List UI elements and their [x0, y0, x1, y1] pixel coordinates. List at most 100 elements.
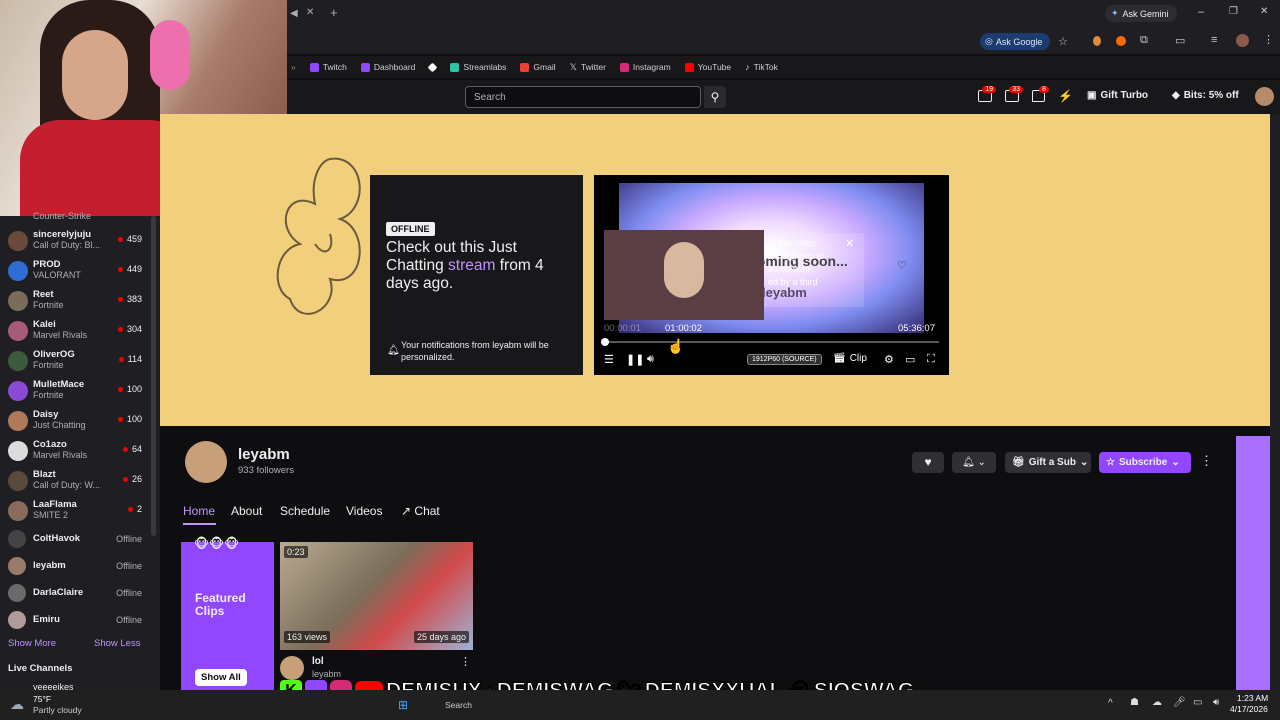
ask-google-button[interactable]: ◎ Ask Google — [980, 33, 1050, 50]
clip-button[interactable]: 🎬︎ Clip — [833, 353, 867, 364]
avatar — [8, 321, 28, 341]
bookmark-youtube[interactable]: YouTube — [684, 62, 731, 72]
windows-start-icon[interactable]: ⊞ — [398, 698, 408, 712]
offline-badge: OFFLINE — [386, 222, 435, 236]
follow-button[interactable]: ♥ — [912, 452, 944, 473]
bookmark-dashboard[interactable]: Dashboard — [360, 62, 415, 72]
sidebar-channel[interactable]: Blazt Call of Duty: W... 26 — [0, 466, 150, 496]
subscribe-button[interactable]: ☆ Subscribe ⌄ — [1099, 452, 1191, 473]
extension-icon[interactable] — [1093, 36, 1101, 46]
tab-chat[interactable]: ↗ Chat — [401, 504, 440, 518]
sidebar-channel[interactable]: Reet Fortnite 383 — [0, 286, 150, 316]
microphone-icon[interactable]: 🎤︎ — [1173, 697, 1186, 708]
bookmark-twitch[interactable]: Twitch — [309, 62, 347, 72]
seek-bar[interactable] — [604, 341, 939, 343]
show-less-link[interactable]: Show Less — [94, 638, 140, 649]
diamond-icon — [427, 62, 438, 72]
sidebar-channel-offline[interactable]: DarlaClaire Offline — [0, 580, 150, 606]
close-icon[interactable]: ✕ — [845, 237, 854, 250]
clock-time[interactable]: 1:23 AM — [1237, 693, 1268, 703]
fullscreen-icon[interactable]: ⛶ — [927, 353, 935, 366]
profile-avatar[interactable] — [1236, 34, 1249, 47]
clip-thumbnail[interactable]: 0:23 163 views 25 days ago — [280, 542, 473, 650]
extensions-puzzle-icon[interactable]: ⧉ — [1140, 34, 1148, 47]
monitor-icon[interactable]: ▭ — [1193, 697, 1202, 708]
sidebar-channel-offline[interactable]: leyabm Offline — [0, 553, 150, 579]
channel-avatar[interactable] — [185, 441, 227, 483]
bookmark-unnamed[interactable] — [427, 62, 438, 72]
show-more-link[interactable]: Show More — [8, 638, 56, 649]
turbo-icon[interactable]: ⚡ — [1058, 89, 1073, 103]
prime-loot-icon[interactable]: 19 — [978, 86, 996, 102]
taskbar-search[interactable]: Search — [445, 700, 472, 710]
get-bits-button[interactable]: ◆ Bits: 5% off — [1172, 90, 1239, 101]
sidebar-channel[interactable]: MulletMace Fortnite 100 — [0, 376, 150, 406]
avatar — [8, 381, 28, 401]
search-button[interactable]: ⚲ — [704, 86, 726, 108]
inbox-icon[interactable]: 33 — [1005, 86, 1023, 102]
minimize-icon[interactable]: – — [1198, 6, 1204, 18]
clock-date[interactable]: 4/17/2026 — [1230, 704, 1268, 714]
weather-icon[interactable]: ☁ — [10, 696, 24, 713]
sidebar-channel[interactable]: Daisy Just Chatting 100 — [0, 406, 150, 436]
tab-about[interactable]: About — [231, 504, 262, 518]
new-tab-icon[interactable]: + — [330, 5, 338, 20]
bookmark-tiktok[interactable]: ♪ TikTok — [745, 62, 778, 72]
volume-icon[interactable]: 🔊︎ — [647, 353, 654, 366]
clip-title[interactable]: lol — [312, 656, 324, 667]
tray-chevron-icon[interactable]: ^ — [1108, 698, 1113, 709]
close-window-icon[interactable]: ✕ — [1260, 6, 1268, 17]
bookmark-gmail[interactable]: Gmail — [520, 62, 556, 72]
sidebar-channel-offline[interactable]: Emiru Offline — [0, 607, 150, 633]
bookmark-star-icon[interactable]: ☆ — [1058, 35, 1068, 48]
clip-more-icon[interactable]: ⋮ — [460, 655, 471, 668]
bookmark-streamlabs[interactable]: Streamlabs — [450, 62, 506, 72]
browser-menu-icon[interactable]: ⋮ — [1263, 33, 1274, 46]
sidebar-channel[interactable]: sincerelyjuju Call of Duty: Bl... 459 — [0, 226, 150, 256]
gift-sub-button[interactable]: 🎁︎ Gift a Sub ⌄ — [1005, 452, 1091, 473]
reading-list-icon[interactable]: ≡ — [1211, 34, 1217, 46]
tab-close-icon[interactable]: ✕ — [306, 7, 314, 18]
vod-player[interactable]: coming soon... leyabm of this video s it… — [594, 175, 949, 375]
ask-gemini-button[interactable]: ✦ Ask Gemini — [1105, 5, 1177, 22]
channel-name[interactable]: leyabm — [238, 446, 290, 463]
sidebar-scrollbar[interactable] — [151, 216, 156, 536]
bookmark-instagram[interactable]: Instagram — [619, 62, 671, 72]
settings-gear-icon[interactable]: ⚙ — [884, 353, 894, 366]
tray-app-icon[interactable]: ☗ — [1130, 697, 1139, 708]
maximize-icon[interactable]: ❐ — [1229, 6, 1238, 17]
sidebar-channel[interactable]: Co1azo Marvel Rivals 64 — [0, 436, 150, 466]
tab-videos[interactable]: Videos — [346, 504, 382, 518]
speaker-icon[interactable]: 🔊︎ — [1213, 697, 1219, 708]
page-scrollbar[interactable] — [1270, 114, 1280, 690]
sidebar-channel[interactable]: LaaFlama SMITE 2 2 — [0, 496, 150, 526]
side-panel-icon[interactable]: ▭ — [1175, 34, 1185, 47]
tab-schedule[interactable]: Schedule — [280, 504, 330, 518]
seek-handle[interactable] — [601, 338, 609, 346]
extension-icon[interactable] — [1116, 36, 1126, 46]
sidebar-channel-offline[interactable]: ColtHavok Offline — [0, 526, 150, 552]
clip-icon: 🎬︎ — [833, 353, 846, 364]
chapters-icon[interactable]: ☰ — [604, 353, 614, 366]
sidebar-channel[interactable]: OliverOG Fortnite 114 — [0, 346, 150, 376]
tab-audio-icon[interactable]: ◀ — [290, 8, 298, 19]
tab-home[interactable]: Home — [183, 504, 215, 518]
bookmark-twitter[interactable]: 𝕏 Twitter — [570, 62, 606, 73]
search-input[interactable]: Search — [465, 86, 701, 108]
sidebar-channel[interactable]: Kalei Marvel Rivals 304 — [0, 316, 150, 346]
user-avatar[interactable] — [1255, 87, 1274, 106]
followed-channels-sidebar: Counter-Strike sincerelyjuju Call of Duty… — [0, 211, 160, 692]
avatar — [8, 351, 28, 371]
gift-turbo-button[interactable]: ▣ Gift Turbo — [1087, 90, 1148, 101]
bookmarks-overflow-icon[interactable]: » — [291, 62, 296, 72]
theatre-mode-icon[interactable]: ▭ — [905, 353, 915, 366]
stream-link[interactable]: stream — [448, 257, 495, 274]
whispers-icon[interactable]: 8 — [1032, 86, 1049, 102]
show-all-button[interactable]: Show All — [195, 669, 247, 686]
pause-icon[interactable]: ❚❚ — [626, 353, 644, 366]
more-options-icon[interactable]: ⋮ — [1200, 453, 1213, 469]
onedrive-icon[interactable]: ☁ — [1152, 697, 1162, 708]
notifications-button[interactable]: 🔔︎ ⌄ — [952, 452, 996, 473]
offline-status: Offline — [116, 561, 142, 571]
sidebar-channel[interactable]: PROD VALORANT 449 — [0, 256, 150, 286]
